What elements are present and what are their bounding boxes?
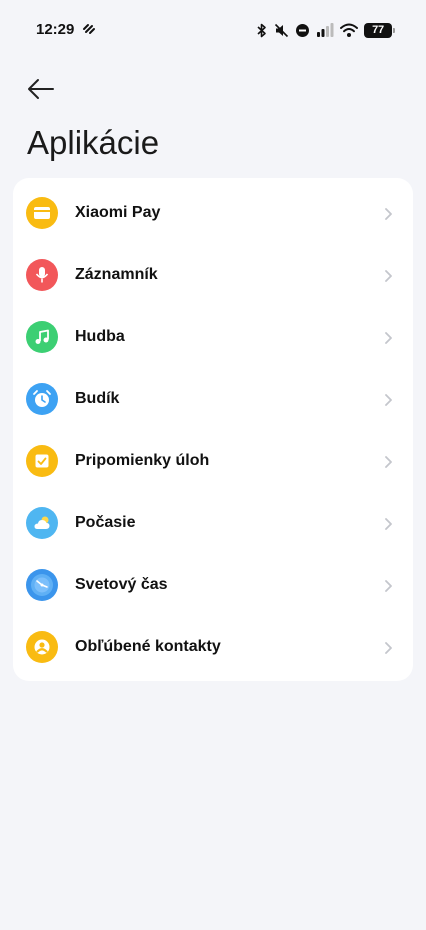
page-title: Aplikácie <box>27 124 160 161</box>
status-icons: 77 <box>256 20 395 40</box>
list-item-tasks[interactable]: Pripomienky úloh <box>13 430 413 492</box>
mute-icon <box>274 23 289 37</box>
notification-icon <box>83 24 95 34</box>
chevron-right-icon <box>385 580 392 592</box>
list-item-label: Pripomienky úloh <box>75 452 210 469</box>
alarm-clock-icon <box>26 383 58 415</box>
wifi-icon <box>340 23 358 37</box>
chevron-right-icon <box>385 270 392 282</box>
do-not-disturb-icon <box>296 23 309 37</box>
list-item-recorder[interactable]: Záznamník <box>13 244 413 306</box>
apps-list: Xiaomi Pay Záznamník Hudba Budík Pripomi… <box>13 178 413 678</box>
music-note-icon <box>26 321 58 353</box>
contact-icon <box>26 631 58 663</box>
list-item-alarm[interactable]: Budík <box>13 368 413 430</box>
list-item-weather[interactable]: Počasie <box>13 492 413 554</box>
arrow-left-icon <box>28 79 54 99</box>
weather-icon <box>26 507 58 539</box>
chevron-right-icon <box>385 518 392 530</box>
list-item-favorite-contacts[interactable]: Obľúbené kontakty <box>13 616 413 678</box>
chevron-right-icon <box>385 208 392 220</box>
list-item-music[interactable]: Hudba <box>13 306 413 368</box>
wallet-icon <box>26 197 58 229</box>
list-item-label: Xiaomi Pay <box>75 204 161 221</box>
list-item-label: Počasie <box>75 514 136 531</box>
bluetooth-icon <box>257 23 266 37</box>
list-item-label: Budík <box>75 390 120 407</box>
world-clock-icon <box>26 569 58 601</box>
list-item-label: Záznamník <box>75 266 158 283</box>
chevron-right-icon <box>385 456 392 468</box>
chevron-right-icon <box>385 394 392 406</box>
signal-icon <box>317 23 334 37</box>
list-item-label: Hudba <box>75 328 125 345</box>
list-item-label: Svetový čas <box>75 576 168 593</box>
back-button[interactable] <box>24 74 58 104</box>
status-bar: 12:29 77 <box>0 0 426 60</box>
list-item-xiaomi-pay[interactable]: Xiaomi Pay <box>13 182 413 244</box>
microphone-icon <box>26 259 58 291</box>
apps-card: Xiaomi Pay Záznamník Hudba Budík Pripomi… <box>13 178 413 681</box>
battery-icon: 77 <box>364 22 395 38</box>
task-check-icon <box>26 445 58 477</box>
status-time: 12:29 <box>36 21 75 38</box>
chevron-right-icon <box>385 642 392 654</box>
battery-level: 77 <box>372 24 384 36</box>
chevron-right-icon <box>385 332 392 344</box>
list-item-world-clock[interactable]: Svetový čas <box>13 554 413 616</box>
list-item-label: Obľúbené kontakty <box>75 638 221 655</box>
